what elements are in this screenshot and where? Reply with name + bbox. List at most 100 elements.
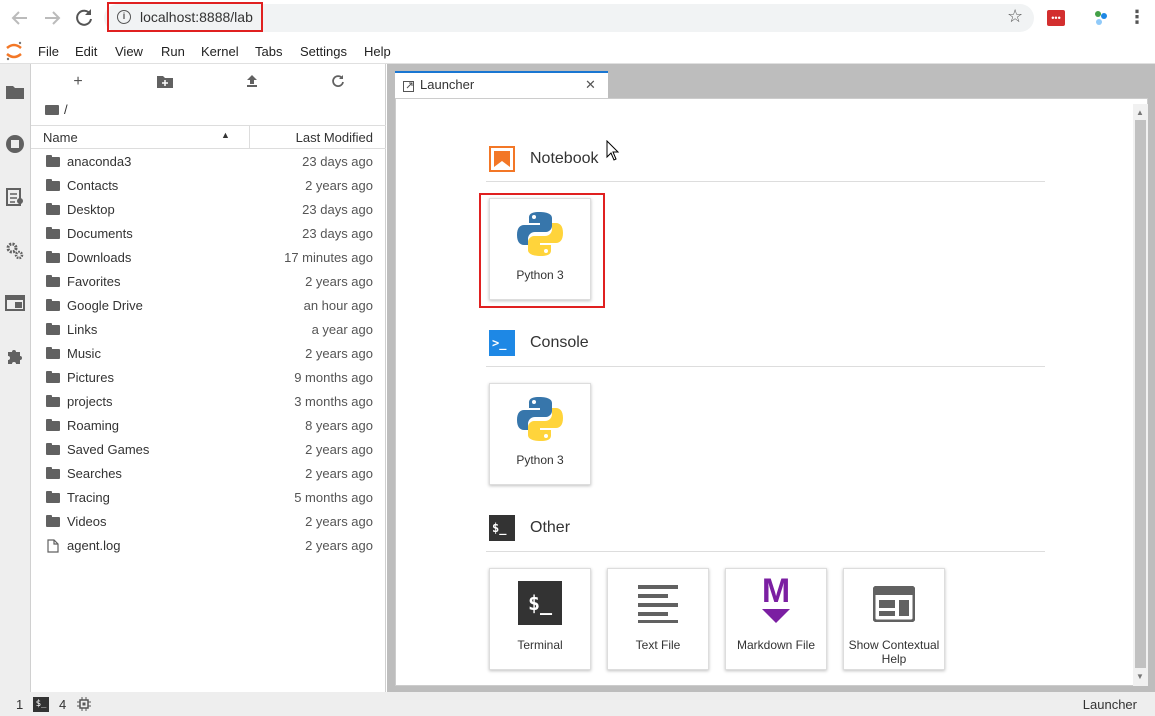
column-name-header[interactable]: Name bbox=[43, 130, 78, 145]
file-modified: 2 years ago bbox=[305, 346, 373, 361]
notebook-section-title: Notebook bbox=[530, 150, 599, 167]
file-row[interactable]: Music 2 years ago bbox=[31, 342, 386, 366]
refresh-icon[interactable] bbox=[328, 74, 348, 90]
folder-icon bbox=[46, 251, 60, 263]
folder-icon bbox=[46, 299, 60, 311]
command-palette-icon[interactable] bbox=[5, 187, 25, 207]
menu-run[interactable]: Run bbox=[161, 44, 185, 59]
file-row[interactable]: anaconda3 23 days ago bbox=[31, 150, 386, 174]
menu-settings[interactable]: Settings bbox=[300, 44, 347, 59]
notebook-section-divider bbox=[486, 181, 1045, 182]
folder-icon bbox=[46, 275, 60, 287]
file-modified: 8 years ago bbox=[305, 418, 373, 433]
card-label: Show Contextual Help bbox=[848, 638, 940, 666]
breadcrumb-root[interactable]: / bbox=[64, 102, 68, 117]
console-python3-card[interactable]: Python 3 bbox=[489, 383, 591, 485]
file-row[interactable]: Videos 2 years ago bbox=[31, 510, 386, 534]
upload-icon[interactable] bbox=[242, 74, 262, 90]
column-divider[interactable] bbox=[249, 126, 250, 148]
browser-menu-icon[interactable]: ⋮ bbox=[1128, 7, 1146, 28]
folder-icon bbox=[46, 227, 60, 239]
folder-icon bbox=[46, 179, 60, 191]
tabs-panel-icon[interactable] bbox=[5, 293, 25, 313]
scroll-down-icon[interactable]: ▼ bbox=[1136, 672, 1144, 681]
terminal-card[interactable]: $_ Terminal bbox=[489, 568, 591, 670]
status-bar: 1 $_ 4 Launcher bbox=[0, 692, 1155, 716]
file-name: Tracing bbox=[67, 490, 110, 505]
file-row[interactable]: agent.log 2 years ago bbox=[31, 534, 386, 558]
markdown-file-card[interactable]: M Markdown File bbox=[725, 568, 827, 670]
menu-kernel[interactable]: Kernel bbox=[201, 44, 239, 59]
close-icon[interactable]: ✕ bbox=[585, 77, 596, 93]
file-row[interactable]: Google Drive an hour ago bbox=[31, 294, 386, 318]
menu-file[interactable]: File bbox=[38, 44, 59, 59]
running-sessions-icon[interactable] bbox=[5, 134, 25, 154]
file-modified: 23 days ago bbox=[302, 226, 373, 241]
file-row[interactable]: Tracing 5 months ago bbox=[31, 486, 386, 510]
contextual-help-card[interactable]: Show Contextual Help bbox=[843, 568, 945, 670]
file-row[interactable]: Downloads 17 minutes ago bbox=[31, 246, 386, 270]
back-icon[interactable] bbox=[8, 6, 32, 30]
file-modified: 5 months ago bbox=[294, 490, 373, 505]
menu-edit[interactable]: Edit bbox=[75, 44, 97, 59]
mouse-cursor-icon bbox=[606, 139, 620, 162]
status-count-terminals[interactable]: 4 bbox=[59, 697, 66, 712]
extension-lastpass-icon[interactable]: ••• bbox=[1047, 10, 1065, 26]
bookmark-star-icon[interactable]: ☆ bbox=[1007, 6, 1023, 27]
new-folder-icon[interactable] bbox=[155, 74, 175, 90]
settings-gears-icon[interactable] bbox=[5, 240, 25, 260]
file-name: anaconda3 bbox=[67, 154, 132, 169]
console-section-title: Console bbox=[530, 334, 589, 351]
file-row[interactable]: Searches 2 years ago bbox=[31, 462, 386, 486]
column-modified-header[interactable]: Last Modified bbox=[296, 130, 373, 145]
cpu-chip-icon[interactable] bbox=[77, 697, 91, 711]
scroll-up-icon[interactable]: ▲ bbox=[1136, 108, 1144, 117]
file-modified: 23 days ago bbox=[302, 202, 373, 217]
file-name: projects bbox=[67, 394, 113, 409]
menu-help[interactable]: Help bbox=[364, 44, 391, 59]
file-modified: 2 years ago bbox=[305, 178, 373, 193]
file-row[interactable]: Desktop 23 days ago bbox=[31, 198, 386, 222]
file-name: Roaming bbox=[67, 418, 120, 433]
folder-icon bbox=[46, 443, 60, 455]
tab-bar-empty bbox=[608, 71, 1148, 98]
reload-icon[interactable] bbox=[72, 6, 96, 30]
file-row[interactable]: Favorites 2 years ago bbox=[31, 270, 386, 294]
file-row[interactable]: projects 3 months ago bbox=[31, 390, 386, 414]
text-file-card[interactable]: Text File bbox=[607, 568, 709, 670]
tab-launcher[interactable]: Launcher ✕ bbox=[395, 71, 608, 98]
extensions-puzzle-icon[interactable] bbox=[5, 346, 25, 366]
forward-icon[interactable] bbox=[40, 6, 64, 30]
file-modified: 2 years ago bbox=[305, 274, 373, 289]
file-modified: 23 days ago bbox=[302, 154, 373, 169]
breadcrumb[interactable]: / bbox=[45, 102, 68, 120]
url-highlight-box bbox=[107, 2, 263, 32]
other-section-divider bbox=[486, 551, 1045, 552]
file-row[interactable]: Documents 23 days ago bbox=[31, 222, 386, 246]
sort-ascending-icon[interactable]: ▲ bbox=[221, 130, 230, 140]
menu-tabs[interactable]: Tabs bbox=[255, 44, 282, 59]
scrollbar-thumb[interactable] bbox=[1135, 120, 1146, 668]
extension-icon[interactable] bbox=[1092, 9, 1110, 27]
file-name: Contacts bbox=[67, 178, 119, 193]
card-label: Terminal bbox=[517, 638, 563, 652]
menu-view[interactable]: View bbox=[115, 44, 143, 59]
file-modified: 3 months ago bbox=[294, 394, 373, 409]
terminal-status-icon[interactable]: $_ bbox=[33, 697, 49, 712]
file-modified: 2 years ago bbox=[305, 466, 373, 481]
text-file-icon bbox=[638, 583, 678, 623]
file-row[interactable]: Saved Games 2 years ago bbox=[31, 438, 386, 462]
folder-icon bbox=[46, 515, 60, 527]
file-row[interactable]: Contacts 2 years ago bbox=[31, 174, 386, 198]
folder-icon bbox=[46, 347, 60, 359]
markdown-arrow-icon bbox=[762, 609, 790, 623]
status-count-kernels[interactable]: 1 bbox=[16, 697, 23, 712]
file-name: Documents bbox=[67, 226, 133, 241]
file-row[interactable]: Links a year ago bbox=[31, 318, 386, 342]
file-browser-tab-icon[interactable] bbox=[5, 82, 25, 102]
new-launcher-icon[interactable]: + bbox=[68, 74, 88, 90]
file-icon bbox=[47, 539, 59, 553]
file-row[interactable]: Pictures 9 months ago bbox=[31, 366, 386, 390]
folder-icon bbox=[46, 395, 60, 407]
file-row[interactable]: Roaming 8 years ago bbox=[31, 414, 386, 438]
